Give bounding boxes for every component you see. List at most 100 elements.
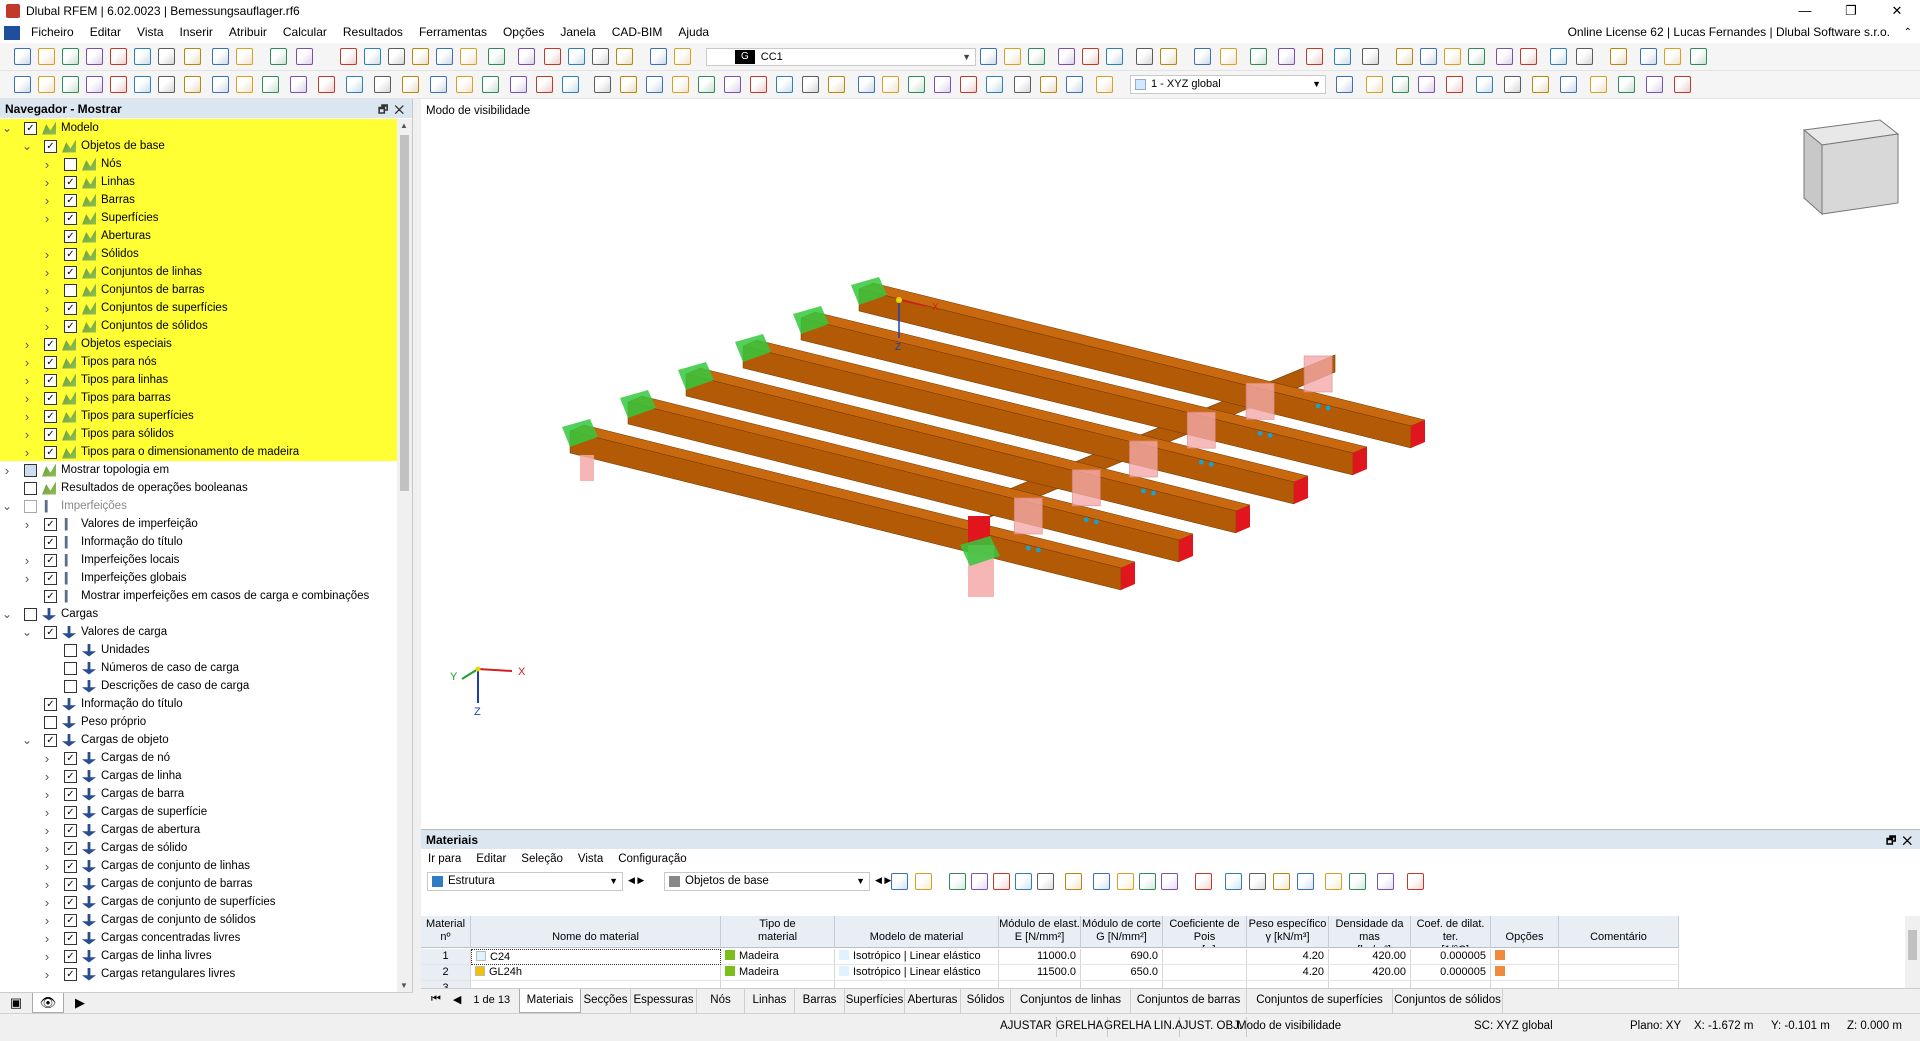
view-r-tool-5-icon[interactable] [1476, 76, 1493, 93]
main-r-tool-25-icon[interactable] [1664, 48, 1681, 65]
table-cell[interactable]: Madeira [721, 965, 835, 981]
ribbon-toggle-icon[interactable]: ⌃ [1904, 22, 1912, 43]
main-r-tool-4-icon[interactable] [1082, 48, 1099, 65]
navigator-item[interactable]: › ✓ Tipos para barras [0, 389, 398, 407]
chevron-right-icon[interactable]: › [42, 949, 52, 964]
table-tool-2-icon[interactable] [949, 873, 966, 890]
main-tool-8-icon[interactable] [212, 48, 229, 65]
table-cell[interactable] [1491, 949, 1559, 965]
view-r-tool-2-icon[interactable] [1392, 76, 1409, 93]
checkbox[interactable]: ✓ [44, 517, 57, 531]
main-tool-22-icon[interactable] [592, 48, 609, 65]
menu-1[interactable]: Editar [83, 22, 130, 43]
view-tool-19-icon[interactable] [510, 76, 527, 93]
scroll-down-icon[interactable]: ▼ [400, 981, 408, 990]
navigator-item[interactable]: Unidades [0, 641, 398, 659]
navigator-item[interactable]: › ✓ Conjuntos de superfícies [0, 299, 398, 317]
checkbox[interactable] [64, 661, 77, 675]
navigator-item[interactable]: › ✓ Objetos especiais [0, 335, 398, 353]
column-header[interactable]: Coeficiente de Poisν [--] [1163, 916, 1247, 948]
navigator-item[interactable]: › ✓ Conjuntos de linhas [0, 263, 398, 281]
menu-9[interactable]: Janela [553, 22, 604, 43]
table-cell[interactable]: Isotrópico | Linear elástico [835, 965, 999, 981]
navigator-item[interactable]: ⌄ ✓ Cargas de objeto [0, 731, 398, 749]
navigator-item[interactable]: › ✓ Cargas de linha livres [0, 947, 398, 965]
view-r-tool-0-icon[interactable] [1336, 76, 1353, 93]
table-tab[interactable]: Secções [581, 989, 631, 1013]
views-navigator-tab-icon[interactable]: ▶ [64, 993, 96, 1013]
column-header[interactable]: Nome do material [471, 916, 721, 948]
navigator-item[interactable]: › ✓ Tipos para o dimensionamento de madeir… [0, 443, 398, 461]
navigator-item[interactable]: › ✓ Tipos para sólidos [0, 425, 398, 443]
navigator-item[interactable]: › ✓ Cargas de barra [0, 785, 398, 803]
view-cube-face[interactable] [1821, 133, 1899, 215]
checkbox[interactable]: ✓ [44, 553, 57, 567]
chevron-right-icon[interactable]: › [42, 247, 52, 262]
main-tool-18-icon[interactable] [488, 48, 505, 65]
navigator-item[interactable]: ✓ Informação do título [0, 533, 398, 551]
table-tool-12-icon[interactable] [1195, 873, 1212, 890]
table-tool-19-icon[interactable] [1377, 873, 1394, 890]
menu-7[interactable]: Ferramentas [412, 22, 496, 43]
checkbox[interactable] [64, 283, 77, 297]
scroll-up-icon[interactable]: ▲ [400, 121, 408, 130]
navigator-item[interactable]: Resultados de operações booleanas [0, 479, 398, 497]
minimize-icon[interactable]: — [1782, 0, 1828, 22]
app-menu-icon[interactable] [4, 25, 20, 40]
first-page-icon[interactable]: ⏮ [431, 993, 441, 1006]
navigator-item[interactable]: › ✓ Cargas de conjunto de barras [0, 875, 398, 893]
grid-scrollbar[interactable] [1905, 916, 1920, 989]
table-tool-9-icon[interactable] [1117, 873, 1134, 890]
view-r-tool-3-icon[interactable] [1418, 76, 1435, 93]
view-tool-16-icon[interactable] [430, 76, 447, 93]
main-tool-9-icon[interactable] [236, 48, 253, 65]
main-r-tool-2-icon[interactable] [1028, 48, 1045, 65]
table-cell[interactable]: 650.0 [1081, 965, 1163, 981]
navigator-item[interactable]: › ✓ Cargas concentradas livres [0, 929, 398, 947]
checkbox[interactable]: ✓ [44, 373, 57, 387]
table-cell[interactable]: 0.000005 [1411, 965, 1491, 981]
main-tool-2-icon[interactable] [62, 48, 79, 65]
view-tool-30-icon[interactable] [802, 76, 819, 93]
view-tool-26-icon[interactable] [698, 76, 715, 93]
main-tool-1-icon[interactable] [38, 48, 55, 65]
column-header[interactable]: Módulo de elast. E [N/mm²] [999, 916, 1081, 948]
chevron-down-icon[interactable]: ⌄ [2, 121, 12, 135]
main-tool-6-icon[interactable] [158, 48, 175, 65]
table-tab[interactable]: Conjuntos de sólidos [1393, 989, 1503, 1013]
view-tool-29-icon[interactable] [776, 76, 793, 93]
main-r-tool-20-icon[interactable] [1520, 48, 1537, 65]
main-tool-20-icon[interactable] [544, 48, 561, 65]
chevron-right-icon[interactable]: › [22, 427, 32, 442]
checkbox[interactable]: ✓ [44, 337, 57, 351]
chevron-right-icon[interactable]: › [42, 319, 52, 334]
table-tool-13-icon[interactable] [1225, 873, 1242, 890]
chevron-down-icon[interactable]: ⌄ [22, 139, 32, 153]
table-cell[interactable] [1491, 965, 1559, 981]
checkbox[interactable]: ✓ [44, 139, 57, 153]
table-tool-17-icon[interactable] [1325, 873, 1342, 890]
column-header[interactable]: Peso específico γ [kN/m³] [1247, 916, 1329, 948]
view-tool-12-icon[interactable] [318, 76, 335, 93]
navigator-item[interactable]: › ✓ Valores de imperfeição [0, 515, 398, 533]
column-header[interactable]: Tipo de material [721, 916, 835, 948]
navigator-item[interactable]: › ✓ Sólidos [0, 245, 398, 263]
table-category-select[interactable]: Estrutura ▼ [427, 872, 623, 891]
table-tool-0-icon[interactable] [891, 873, 908, 890]
main-r-tool-16-icon[interactable] [1420, 48, 1437, 65]
chevron-right-icon[interactable]: › [22, 391, 32, 406]
chevron-right-icon[interactable]: › [42, 157, 52, 172]
chevron-right-icon[interactable]: › [22, 553, 32, 568]
navigator-item[interactable]: › ✓ Cargas de linha [0, 767, 398, 785]
main-r-tool-26-icon[interactable] [1690, 48, 1707, 65]
table-menu-3[interactable]: Vista [571, 853, 611, 865]
navigator-item[interactable]: › ✓ Conjuntos de sólidos [0, 317, 398, 335]
table-tab[interactable]: Superfícies [845, 989, 905, 1013]
navigator-item[interactable]: ✓ Informação do título [0, 695, 398, 713]
checkbox[interactable]: ✓ [64, 931, 77, 945]
checkbox[interactable]: ✓ [44, 391, 57, 405]
table-tool-5-icon[interactable] [1015, 873, 1032, 890]
table-tool-16-icon[interactable] [1297, 873, 1314, 890]
table-menu-2[interactable]: Seleção [514, 853, 571, 865]
navigator-item[interactable]: › ✓ Tipos para nós [0, 353, 398, 371]
